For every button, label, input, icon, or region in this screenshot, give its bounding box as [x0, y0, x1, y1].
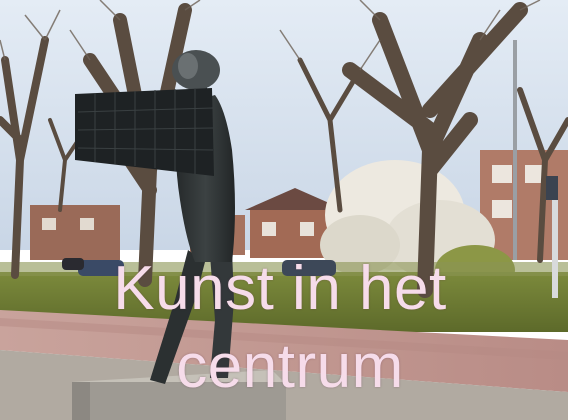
- lamp-post: [513, 40, 517, 260]
- caption-line-1: Kunst in het: [113, 254, 447, 323]
- caption-line-2: centrum: [176, 332, 404, 401]
